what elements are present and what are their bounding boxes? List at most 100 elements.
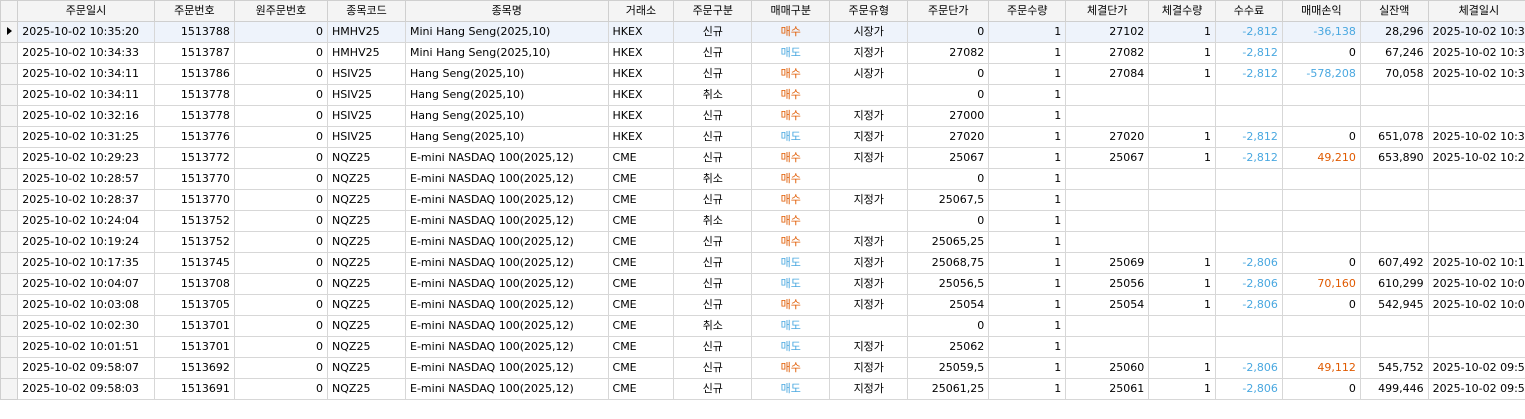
fill-qty-cell xyxy=(1148,231,1217,253)
row-indicator[interactable] xyxy=(0,126,19,148)
order-price-cell: 25067 xyxy=(907,147,990,169)
side-cell: 매도 xyxy=(751,315,831,337)
fee-cell: -2,806 xyxy=(1215,294,1283,316)
price-type-cell: 지정가 xyxy=(829,273,909,295)
order-no-cell: 1513778 xyxy=(153,84,235,106)
balance-cell xyxy=(1359,105,1429,127)
row-indicator[interactable] xyxy=(0,63,19,85)
table-row[interactable]: 2025-10-02 10:24:04 1513752 0 NQZ25 E-mini N… xyxy=(0,210,1525,232)
balance-cell: 607,492 xyxy=(1359,252,1429,274)
symbol-code-cell: NQZ25 xyxy=(327,378,406,400)
side-header[interactable]: 매매구분 xyxy=(751,0,831,22)
pnl-header[interactable]: 매매손익 xyxy=(1281,0,1361,22)
fee-header[interactable]: 수수료 xyxy=(1215,0,1283,22)
side-cell: 매도 xyxy=(751,273,831,295)
fill-qty-cell: 1 xyxy=(1148,294,1217,316)
order-qty-header[interactable]: 주문수량 xyxy=(988,0,1067,22)
symbol-name-cell: E-mini NASDAQ 100(2025,12) xyxy=(405,147,609,169)
exchange-header[interactable]: 거래소 xyxy=(607,0,675,22)
order-no-header[interactable]: 주문번호 xyxy=(153,0,235,22)
table-row[interactable]: 2025-10-02 09:58:07 1513692 0 NQZ25 E-mini N… xyxy=(0,357,1525,379)
order-type-cell: 신규 xyxy=(673,273,753,295)
balance-cell: 545,752 xyxy=(1359,357,1429,379)
row-indicator[interactable] xyxy=(0,315,19,337)
symbol-code-header[interactable]: 종목코드 xyxy=(327,0,406,22)
symbol-name-cell: E-mini NASDAQ 100(2025,12) xyxy=(405,357,609,379)
fee-cell: -2,812 xyxy=(1215,126,1283,148)
order-time-header[interactable]: 주문일시 xyxy=(17,0,155,22)
row-indicator[interactable] xyxy=(0,252,19,274)
side-cell: 매도 xyxy=(751,336,831,358)
fill-time-cell: 2025-10-02 10:35:2 xyxy=(1427,21,1525,43)
exchange-cell: CME xyxy=(607,336,675,358)
fill-qty-header[interactable]: 체결수량 xyxy=(1148,0,1217,22)
table-row[interactable]: 2025-10-02 10:19:24 1513752 0 NQZ25 E-mini N… xyxy=(0,231,1525,253)
fill-qty-cell: 1 xyxy=(1148,126,1217,148)
orig-order-no-header[interactable]: 원주문번호 xyxy=(233,0,329,22)
order-type-cell: 신규 xyxy=(673,252,753,274)
row-indicator[interactable] xyxy=(0,294,19,316)
table-row[interactable]: 2025-10-02 10:17:35 1513745 0 NQZ25 E-mini N… xyxy=(0,252,1525,274)
side-cell: 매도 xyxy=(751,378,831,400)
row-indicator[interactable] xyxy=(0,210,19,232)
order-time-cell: 2025-10-02 10:19:24 xyxy=(17,231,155,253)
table-row[interactable]: 2025-10-02 10:34:11 1513786 0 HSIV25 Hang Se… xyxy=(0,63,1525,85)
symbol-code-cell: NQZ25 xyxy=(327,294,406,316)
fill-price-cell: 25067 xyxy=(1065,147,1150,169)
fill-price-header[interactable]: 체결단가 xyxy=(1065,0,1150,22)
exchange-cell: HKEX xyxy=(607,105,675,127)
row-indicator[interactable] xyxy=(0,336,19,358)
price-type-header[interactable]: 주문유형 xyxy=(829,0,909,22)
row-indicator[interactable] xyxy=(0,105,19,127)
table-row[interactable]: 2025-10-02 10:28:57 1513770 0 NQZ25 E-mini N… xyxy=(0,168,1525,190)
table-row[interactable]: 2025-10-02 10:04:07 1513708 0 NQZ25 E-mini N… xyxy=(0,273,1525,295)
row-indicator[interactable] xyxy=(0,21,19,43)
order-type-cell: 신규 xyxy=(673,105,753,127)
symbol-code-cell: HMHV25 xyxy=(327,21,406,43)
table-row[interactable]: 2025-10-02 10:02:30 1513701 0 NQZ25 E-mini N… xyxy=(0,315,1525,337)
table-row[interactable]: 2025-10-02 10:28:37 1513770 0 NQZ25 E-mini N… xyxy=(0,189,1525,211)
table-row[interactable]: 2025-10-02 10:03:08 1513705 0 NQZ25 E-mini N… xyxy=(0,294,1525,316)
symbol-name-header[interactable]: 종목명 xyxy=(405,0,609,22)
symbol-name-cell: E-mini NASDAQ 100(2025,12) xyxy=(405,210,609,232)
order-type-header[interactable]: 주문구분 xyxy=(673,0,753,22)
fill-time-cell xyxy=(1427,210,1525,232)
table-row[interactable]: 2025-10-02 10:32:16 1513778 0 HSIV25 Hang Se… xyxy=(0,105,1525,127)
table-row[interactable]: 2025-10-02 10:35:20 1513788 0 HMHV25 Mini Ha… xyxy=(0,21,1525,43)
fill-price-cell xyxy=(1065,168,1150,190)
table-row[interactable]: 2025-10-02 09:58:03 1513691 0 NQZ25 E-mini N… xyxy=(0,378,1525,400)
balance-header[interactable]: 실잔액 xyxy=(1359,0,1429,22)
order-price-cell: 25056,5 xyxy=(907,273,990,295)
pnl-cell xyxy=(1281,210,1361,232)
row-indicator[interactable] xyxy=(0,147,19,169)
exchange-cell: HKEX xyxy=(607,21,675,43)
orig-order-no-cell: 0 xyxy=(233,147,329,169)
balance-cell xyxy=(1359,231,1429,253)
table-row[interactable]: 2025-10-02 10:34:33 1513787 0 HMHV25 Mini Ha… xyxy=(0,42,1525,64)
order-type-cell: 신규 xyxy=(673,189,753,211)
row-indicator[interactable] xyxy=(0,378,19,400)
order-type-cell: 신규 xyxy=(673,126,753,148)
price-type-cell xyxy=(829,210,909,232)
row-indicator[interactable] xyxy=(0,231,19,253)
pnl-cell: 0 xyxy=(1281,42,1361,64)
row-indicator[interactable] xyxy=(0,357,19,379)
balance-cell: 28,296 xyxy=(1359,21,1429,43)
symbol-code-cell: NQZ25 xyxy=(327,168,406,190)
row-indicator[interactable] xyxy=(0,84,19,106)
row-indicator[interactable] xyxy=(0,42,19,64)
order-price-header[interactable]: 주문단가 xyxy=(907,0,990,22)
fill-time-header[interactable]: 체결일시 xyxy=(1427,0,1525,22)
table-row[interactable]: 2025-10-02 10:01:51 1513701 0 NQZ25 E-mini N… xyxy=(0,336,1525,358)
row-indicator[interactable] xyxy=(0,273,19,295)
row-indicator[interactable] xyxy=(0,189,19,211)
order-history-grid[interactable]: 주문일시 주문번호 원주문번호 종목코드 종목명 거래소 주문구분 매매구분 주문유형 주문단가 주… xyxy=(0,0,1525,419)
fill-qty-cell: 1 xyxy=(1148,273,1217,295)
table-row[interactable]: 2025-10-02 10:31:25 1513776 0 HSIV25 Hang Se… xyxy=(0,126,1525,148)
order-time-cell: 2025-10-02 10:29:23 xyxy=(17,147,155,169)
orig-order-no-cell: 0 xyxy=(233,210,329,232)
table-row[interactable]: 2025-10-02 10:34:11 1513778 0 HSIV25 Hang Se… xyxy=(0,84,1525,106)
row-indicator[interactable] xyxy=(0,168,19,190)
table-row[interactable]: 2025-10-02 10:29:23 1513772 0 NQZ25 E-mini N… xyxy=(0,147,1525,169)
order-time-cell: 2025-10-02 10:32:16 xyxy=(17,105,155,127)
